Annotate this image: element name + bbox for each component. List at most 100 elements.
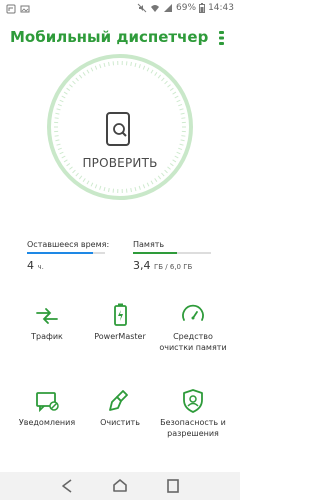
gauge-tick [86,180,90,185]
gauge-tick [61,95,66,99]
gauge-tick [57,103,62,107]
brush-icon [109,390,128,411]
memory-bar [133,252,211,254]
app-header: Мобильный диспетчер [0,22,240,54]
tile-memory-cleaner[interactable]: Средство очистки памяти [158,302,228,353]
gauge-tick [146,67,150,72]
back-icon[interactable] [58,478,76,494]
remaining-time-bar-fill [27,252,94,254]
status-bar: 69% 14:43 [0,0,240,20]
gauge-tick [164,80,168,85]
gauge-tick [150,180,154,185]
gauge-tick [154,72,158,76]
gauge-tick [99,185,102,190]
gauge-tick [82,72,86,76]
phone-search-icon [106,112,130,146]
tile-security-label: Безопасность и разрешения [160,418,226,438]
gauge-tick [130,187,132,193]
remaining-time-unit: ч. [37,263,44,271]
gauge-tick [66,87,71,91]
memory-unit: ГБ / 6,0 ГБ [154,263,193,271]
recent-apps-icon[interactable] [164,478,182,494]
gauge-tick [56,108,61,111]
tile-clean-label: Очистить [100,418,140,427]
gauge-tick [78,74,83,79]
tile-traffic[interactable]: Трафик [12,302,82,342]
gauge-tick [154,178,158,182]
gauge-tick [56,143,61,146]
tile-notifications[interactable]: Уведомления [12,388,82,428]
gauge-tick [90,67,94,72]
clock: 14:43 [208,3,234,13]
gauge-tick [161,77,165,82]
gauge-tick [82,178,86,182]
memory-metric[interactable]: Память 3,4 ГБ / 6,0 ГБ [133,240,211,272]
wifi-icon [151,5,160,12]
battery-icon [199,3,206,13]
gauge-tick [172,91,177,95]
gauge-tick [178,147,183,151]
gauge-tick [103,187,106,192]
gauge-tick [94,65,98,70]
traffic-icon [36,308,58,324]
gauge-tick [180,139,185,142]
gauge-tick [142,184,146,189]
gauge-tick [94,184,98,189]
gauge-tick [161,172,165,177]
remaining-time-label: Оставшееся время: [27,240,110,249]
tile-clean[interactable]: Очистить [85,388,155,428]
gauge-tick [142,65,146,70]
optimize-gauge[interactable] [45,52,195,202]
remaining-time-bar [27,252,105,254]
gauge-tick [55,112,60,115]
more-options-icon[interactable] [218,30,226,46]
page-title: Мобильный диспетчер [10,28,209,46]
mute-icon [137,3,147,13]
gauge-tick [55,139,60,142]
tile-powermaster[interactable]: PowerMaster [85,302,155,342]
gauge-tick [54,135,59,137]
gauge-tick [146,182,150,187]
gauge-tick [138,64,141,69]
check-button-label[interactable]: ПРОВЕРИТЬ [45,156,195,170]
battery-level: 69% [176,3,197,13]
gauge-tick [176,99,181,103]
memory-value: 3,4 [133,259,151,272]
notification-block-icon [36,392,59,413]
gauge-tick [86,69,90,74]
memory-bar-fill [133,252,178,254]
gauge-tick [54,117,59,119]
gauge-tick [134,187,137,192]
speedometer-icon [182,304,204,321]
tile-notifications-label: Уведомления [18,418,76,427]
gauge-tick [108,187,110,193]
gauge-tick [108,61,110,67]
remaining-time-metric[interactable]: Оставшееся время: 4 ч. [27,240,110,272]
gauge-tick [72,80,76,85]
gauge-tick [164,169,168,174]
notification-icon [6,4,16,14]
gauge-tick [57,147,62,151]
gauge-tick [130,61,132,67]
gauge-tick [181,135,186,137]
home-icon[interactable] [111,478,129,494]
tile-traffic-label: Трафик [31,332,63,341]
image-icon [20,5,30,13]
gauge-tick [63,91,68,95]
gauge-tick [157,74,162,79]
gauge-tick [59,99,64,103]
memory-label: Память [133,240,165,249]
tile-security[interactable]: Безопасность и разрешения [158,388,228,439]
gauge-tick [169,87,174,91]
gauge-tick [174,95,179,99]
battery-power-icon [114,303,127,326]
signal-icon [164,4,173,12]
gauge-tick [179,108,184,111]
gauge-tick [59,151,64,155]
gauge-tick [134,62,137,67]
gauge-tick [176,151,181,155]
gauge-tick [99,64,102,69]
gauge-tick [69,84,73,88]
gauge-tick [167,84,171,88]
gauge-tick [72,169,76,174]
